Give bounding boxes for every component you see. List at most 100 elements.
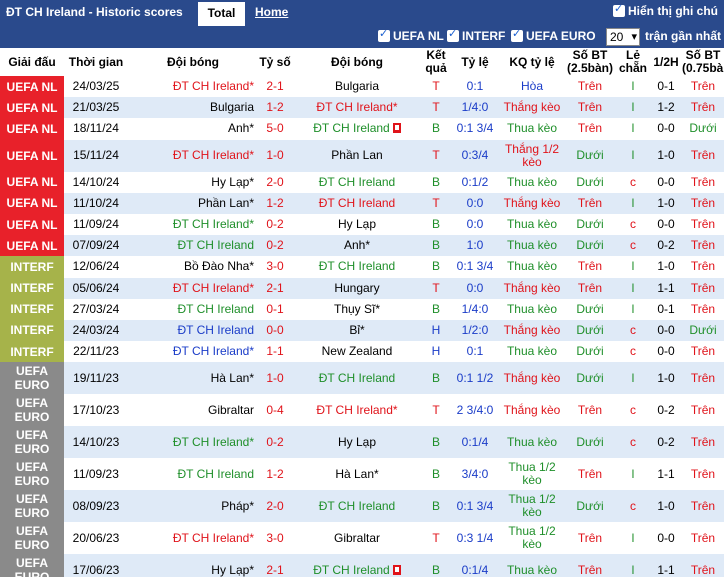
away-team-cell[interactable]: ĐT CH Ireland bbox=[292, 362, 422, 395]
score-cell[interactable]: 1-0 bbox=[258, 139, 292, 172]
table-row[interactable]: UEFA NL 18/11/24 Anh* 5-0 ĐT CH Ireland B 0:1 … bbox=[0, 118, 724, 140]
score-cell[interactable]: 2-1 bbox=[258, 277, 292, 299]
home-team-cell[interactable]: ĐT CH Ireland* bbox=[128, 426, 258, 459]
table-row[interactable]: UEFA EURO 11/09/23 ĐT CH Ireland 1-2 Hà Lan*… bbox=[0, 458, 724, 491]
show-notes-toggle[interactable]: Hiển thị ghi chú bbox=[613, 2, 718, 18]
table-row[interactable]: UEFA NL 07/09/24 ĐT CH Ireland 0-2 Anh* B 1:0 T… bbox=[0, 235, 724, 257]
away-team-cell-text: Hy Lạp bbox=[337, 217, 377, 232]
score-cell[interactable]: 0-0 bbox=[258, 319, 292, 342]
away-team-cell[interactable]: ĐT CH Ireland bbox=[292, 490, 422, 523]
score-cell[interactable]: 1-2 bbox=[258, 97, 292, 119]
half-time-cell: 1-0 bbox=[650, 192, 682, 214]
home-team-cell[interactable]: ĐT CH Ireland bbox=[128, 298, 258, 320]
away-team-cell[interactable]: Thụy Sĩ* bbox=[292, 298, 422, 320]
home-team-cell[interactable]: Gibraltar bbox=[128, 394, 258, 427]
home-team-cell[interactable]: Bulgaria bbox=[128, 97, 258, 119]
over-under-075-cell-text: Trên bbox=[690, 530, 716, 545]
score-cell[interactable]: 2-1 bbox=[258, 76, 292, 98]
table-row[interactable]: INTERF 22/11/23 ĐT CH Ireland* 1-1 New Zeala… bbox=[0, 341, 724, 363]
score-cell[interactable]: 1-0 bbox=[258, 362, 292, 395]
table-row[interactable]: UEFA NL 14/10/24 Hy Lạp* 2-0 ĐT CH Ireland B 0… bbox=[0, 171, 724, 193]
away-team-cell[interactable]: New Zealand bbox=[292, 341, 422, 363]
away-team-cell[interactable]: Hà Lan* bbox=[292, 458, 422, 491]
table-row[interactable]: UEFA NL 21/03/25 Bulgaria 1-2 ĐT CH Ireland*… bbox=[0, 97, 724, 119]
table-row[interactable]: INTERF 12/06/24 Bồ Đào Nha* 3-0 ĐT CH Irelan… bbox=[0, 256, 724, 278]
score-cell[interactable]: 1-2 bbox=[258, 192, 292, 214]
away-team-cell[interactable]: Anh* bbox=[292, 235, 422, 257]
checkbox-icon[interactable] bbox=[447, 27, 459, 42]
score-cell[interactable]: 1-2 bbox=[258, 458, 292, 491]
tab-total[interactable]: Total bbox=[198, 2, 245, 26]
score-cell[interactable]: 2-0 bbox=[258, 171, 292, 193]
table-row[interactable]: UEFA NL 11/09/24 ĐT CH Ireland* 0-2 Hy Lạp B 0… bbox=[0, 213, 724, 236]
table-row[interactable]: UEFA NL 15/11/24 ĐT CH Ireland* 1-0 Phần Lan… bbox=[0, 139, 724, 172]
table-row[interactable]: UEFA NL 24/03/25 ĐT CH Ireland* 2-1 Bulgaria… bbox=[0, 76, 724, 98]
home-team-cell[interactable]: Bồ Đào Nha* bbox=[128, 256, 258, 278]
table-row[interactable]: INTERF 05/06/24 ĐT CH Ireland* 2-1 Hungary T 0… bbox=[0, 277, 724, 299]
score-cell[interactable]: 0-1 bbox=[258, 298, 292, 320]
over-under-075-cell: Trên bbox=[682, 139, 724, 172]
away-team-cell[interactable]: Gibraltar bbox=[292, 522, 422, 555]
filter-uefa-euro[interactable]: UEFA EURO bbox=[511, 27, 596, 43]
away-team-cell[interactable]: ĐT CH Ireland bbox=[292, 256, 422, 278]
tab-home[interactable]: Home bbox=[255, 5, 288, 19]
score-cell[interactable]: 1-1 bbox=[258, 341, 292, 363]
table-row[interactable]: UEFA EURO 19/11/23 Hà Lan* 1-0 ĐT CH Ireland… bbox=[0, 362, 724, 395]
score-cell[interactable]: 0-2 bbox=[258, 426, 292, 459]
checkbox-icon[interactable] bbox=[613, 2, 625, 17]
score-cell[interactable]: 3-0 bbox=[258, 522, 292, 555]
score-cell[interactable]: 0-4 bbox=[258, 394, 292, 427]
table-row[interactable]: INTERF 27/03/24 ĐT CH Ireland 0-1 Thụy Sĩ* B 1… bbox=[0, 298, 724, 320]
score-cell[interactable]: 0-2 bbox=[258, 213, 292, 236]
away-team-cell[interactable]: ĐT CH Ireland bbox=[292, 118, 422, 140]
table-row[interactable]: INTERF 24/03/24 ĐT CH Ireland 0-0 Bỉ* H 1/2:0 T… bbox=[0, 319, 724, 342]
away-team-cell[interactable]: ĐT CH Ireland* bbox=[292, 394, 422, 427]
table-row[interactable]: UEFA EURO 17/06/23 Hy Lạp* 2-1 ĐT CH Ireland… bbox=[0, 554, 724, 577]
home-team-cell[interactable]: Pháp* bbox=[128, 490, 258, 523]
home-team-cell[interactable]: Phần Lan* bbox=[128, 192, 258, 214]
home-team-cell[interactable]: ĐT CH Ireland* bbox=[128, 76, 258, 98]
home-team-cell[interactable]: Hy Lạp* bbox=[128, 171, 258, 193]
half-time-cell-text: 0-0 bbox=[657, 121, 675, 136]
home-team-cell[interactable]: Hy Lạp* bbox=[128, 554, 258, 577]
away-team-cell[interactable]: ĐT CH Ireland bbox=[292, 554, 422, 577]
odd-even-cell: c bbox=[616, 490, 650, 523]
away-team-cell[interactable]: Bulgaria bbox=[292, 76, 422, 98]
score-cell[interactable]: 2-1 bbox=[258, 554, 292, 577]
date-cell: 07/09/24 bbox=[64, 235, 128, 257]
away-team-cell[interactable]: ĐT CH Ireland bbox=[292, 171, 422, 193]
away-team-cell[interactable]: Phần Lan bbox=[292, 139, 422, 172]
score-cell[interactable]: 3-0 bbox=[258, 256, 292, 278]
filter-interf[interactable]: INTERF bbox=[447, 27, 505, 43]
home-team-cell[interactable]: ĐT CH Ireland bbox=[128, 235, 258, 257]
home-team-cell[interactable]: ĐT CH Ireland* bbox=[128, 277, 258, 299]
home-team-cell[interactable]: ĐT CH Ireland* bbox=[128, 522, 258, 555]
home-team-cell-text: ĐT CH Ireland* bbox=[172, 434, 254, 449]
table-row[interactable]: UEFA EURO 08/09/23 Pháp* 2-0 ĐT CH Ireland B 0… bbox=[0, 490, 724, 523]
table-row[interactable]: UEFA EURO 14/10/23 ĐT CH Ireland* 0-2 Hy Lạp… bbox=[0, 426, 724, 459]
checkbox-icon[interactable] bbox=[511, 27, 523, 42]
home-team-cell[interactable]: ĐT CH Ireland bbox=[128, 458, 258, 491]
score-cell[interactable]: 5-0 bbox=[258, 118, 292, 140]
away-team-cell[interactable]: Hungary bbox=[292, 277, 422, 299]
table-row[interactable]: UEFA EURO 20/06/23 ĐT CH Ireland* 3-0 Gibral… bbox=[0, 522, 724, 555]
match-count-select[interactable]: 20 bbox=[606, 28, 640, 46]
away-team-cell[interactable]: Hy Lạp bbox=[292, 426, 422, 459]
over-under-075-cell-text: Dưới bbox=[689, 322, 717, 337]
home-team-cell[interactable]: Hà Lan* bbox=[128, 362, 258, 395]
table-row[interactable]: UEFA EURO 17/10/23 Gibraltar 0-4 ĐT CH Irela… bbox=[0, 394, 724, 427]
home-team-cell[interactable]: ĐT CH Ireland* bbox=[128, 139, 258, 172]
table-row[interactable]: UEFA NL 11/10/24 Phần Lan* 1-2 ĐT CH Ireland… bbox=[0, 192, 724, 214]
home-team-cell[interactable]: ĐT CH Ireland* bbox=[128, 341, 258, 363]
home-team-cell[interactable]: ĐT CH Ireland* bbox=[128, 213, 258, 236]
home-team-cell[interactable]: Anh* bbox=[128, 118, 258, 140]
score-cell[interactable]: 2-0 bbox=[258, 490, 292, 523]
checkbox-icon[interactable] bbox=[378, 27, 390, 42]
away-team-cell[interactable]: Hy Lạp bbox=[292, 213, 422, 236]
away-team-cell[interactable]: ĐT CH Ireland* bbox=[292, 97, 422, 119]
filter-uefa-nl[interactable]: UEFA NL bbox=[378, 27, 444, 43]
away-team-cell[interactable]: Bỉ* bbox=[292, 319, 422, 342]
score-cell[interactable]: 0-2 bbox=[258, 235, 292, 257]
home-team-cell[interactable]: ĐT CH Ireland bbox=[128, 319, 258, 342]
away-team-cell[interactable]: ĐT CH Ireland bbox=[292, 192, 422, 214]
